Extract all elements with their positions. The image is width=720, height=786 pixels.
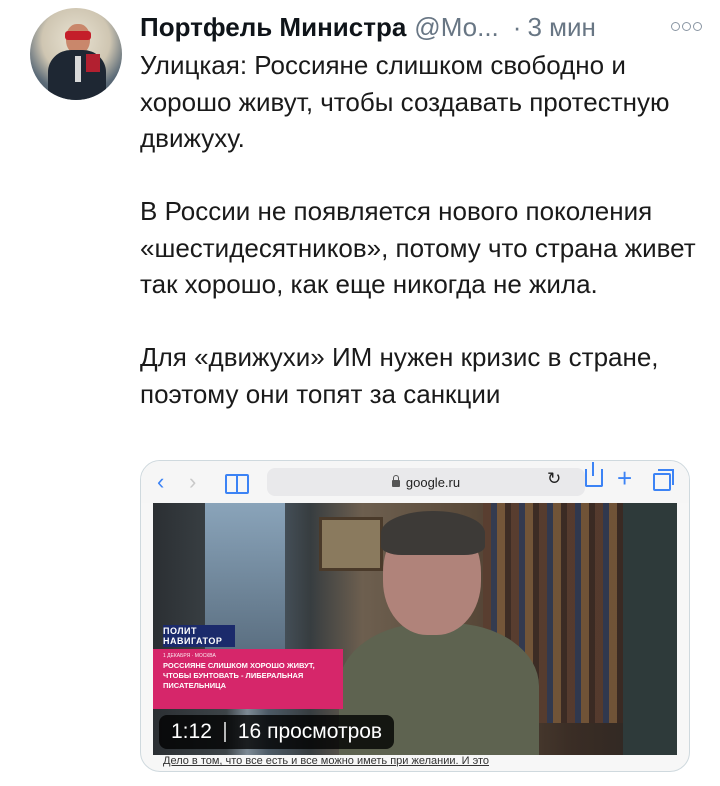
tweet-paragraph: В России не появляется нового поколения …	[140, 196, 696, 299]
chevron-left-icon[interactable]: ‹	[157, 469, 164, 495]
reload-icon[interactable]: ↻	[547, 469, 561, 489]
book-icon[interactable]	[225, 474, 249, 494]
tabs-icon[interactable]	[653, 469, 674, 491]
author-avatar[interactable]	[30, 8, 122, 100]
video-media-card[interactable]: ‹ › google.ru ↻ + ПОЛИТ НАВИГАТОР 1 ДЕКА…	[140, 460, 690, 772]
channel-logo: ПОЛИТ НАВИГАТОР	[163, 625, 235, 647]
video-stats-badge: 1:12 16 просмотров	[159, 715, 395, 749]
video-duration: 1:12	[171, 720, 212, 743]
page-text-below: Дело в том, что все есть и все можно име…	[163, 755, 489, 767]
separator-dot: ·	[512, 11, 522, 42]
author-name[interactable]: Портфель Министра	[140, 12, 406, 43]
author-handle[interactable]: @Мо...	[414, 12, 498, 43]
tweet-timestamp[interactable]: 3 мин	[527, 12, 595, 43]
view-count: 16 просмотров	[237, 720, 383, 743]
caption-text: РОССИЯНЕ СЛИШКОМ ХОРОШО ЖИВУТ, ЧТОБЫ БУН…	[163, 661, 315, 690]
tweet-text: Улицкая: Россияне слишком свободно и хор…	[140, 47, 700, 412]
tweet-header: Портфель Министра @Мо... · 3 мин	[140, 10, 710, 44]
plus-icon[interactable]: +	[617, 463, 632, 494]
url-text: google.ru	[405, 474, 461, 490]
tweet-paragraph: Для «движухи» ИМ нужен кризис в стране, …	[140, 342, 659, 409]
browser-toolbar: ‹ › google.ru ↻ +	[141, 461, 689, 503]
tweet-paragraph: Улицкая: Россияне слишком свободно и хор…	[140, 50, 670, 153]
chevron-right-icon[interactable]: ›	[189, 469, 196, 495]
video-caption: 1 ДЕКАБРЯ · МОСКВА РОССИЯНЕ СЛИШКОМ ХОРО…	[153, 649, 343, 709]
url-field[interactable]: google.ru	[267, 468, 585, 496]
video-player[interactable]: ПОЛИТ НАВИГАТОР 1 ДЕКАБРЯ · МОСКВА РОССИ…	[153, 503, 677, 755]
share-icon[interactable]	[585, 462, 603, 487]
more-icon[interactable]	[666, 14, 706, 38]
caption-date: 1 ДЕКАБРЯ · МОСКВА	[163, 653, 216, 659]
lock-icon	[391, 474, 400, 487]
